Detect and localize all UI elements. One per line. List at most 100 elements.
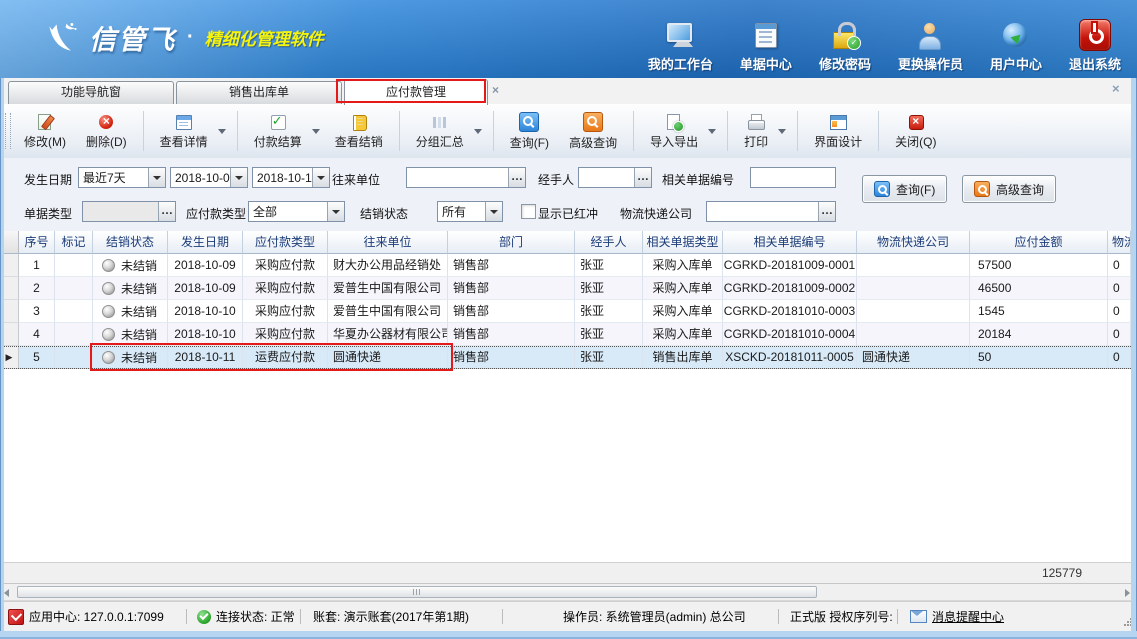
app-logo-icon [8,609,24,625]
table-cell: 1545 [970,300,1108,323]
horizontal-scrollbar[interactable] [0,584,1137,601]
nav-item-switch-operator[interactable]: 更换操作员 [898,21,963,73]
tabstrip-close-icon[interactable]: × [1112,81,1120,96]
toolbar-view-detail-button[interactable]: 查看详情 [150,110,218,152]
column-header[interactable]: 相关单据类型 [643,231,723,254]
scrollbar-thumb[interactable] [17,586,817,598]
column-header[interactable]: 部门 [448,231,575,254]
dropdown-arrow-icon[interactable] [218,129,226,134]
toolbar-payment-settle-button[interactable]: 付款结算 [244,110,312,152]
toolbar-delete-button[interactable]: 删除(D) [76,110,137,152]
column-header[interactable]: 应付金额 [970,231,1108,254]
logistics-lookup-button[interactable]: … [818,202,835,221]
column-header[interactable]: 结销状态 [93,231,168,254]
handler-input[interactable]: … [578,167,652,188]
table-cell: 2018-10-11 [168,346,243,369]
view-settle-icon [350,113,368,131]
tab-sales-outbound[interactable]: 销售出库单 [176,81,342,104]
active-tab-close-icon[interactable]: × [492,83,499,97]
brand-separator: · [187,26,194,49]
show-reversed-checkbox[interactable] [521,204,536,219]
statusbar-separator [778,609,779,624]
date-to-value: 2018-10-11 [253,171,312,185]
settle-state-select[interactable]: 所有 [437,201,503,222]
column-header[interactable]: 序号 [19,231,55,254]
print-icon [747,113,765,131]
toolbar-import-export-button[interactable]: 导入导出 [640,110,708,152]
toolbar-separator [237,111,238,151]
toolbar-separator [727,111,728,151]
row-indicator [0,277,19,300]
resize-grip[interactable] [1130,618,1132,620]
toolbar-grip[interactable] [5,113,11,149]
toolbar-adv-query-button[interactable]: 高级查询 [559,109,627,153]
query-button[interactable]: 查询(F) [862,175,947,203]
toolbar-print-button[interactable]: 打印 [734,110,778,152]
column-header[interactable]: 相关单据编号 [723,231,857,254]
toolbar-edit-button[interactable]: 修改(M) [14,110,76,152]
table-row[interactable]: 2未结销2018-10-09采购应付款爱普生中国有限公司销售部张亚采购入库单CG… [0,277,1137,300]
handler-lookup-button[interactable]: … [634,168,651,187]
advanced-query-button[interactable]: 高级查询 [962,175,1056,203]
brand-name: 信管飞 [89,18,176,57]
tab-function-nav[interactable]: 功能导航窗 [8,81,174,104]
date-range-select[interactable]: 最近7天 [78,167,166,188]
tab-strip: 功能导航窗销售出库单 应付款管理 × × [0,78,1137,105]
toolbar-group-summary-button[interactable]: 分组汇总 [406,110,474,152]
column-header[interactable]: 发生日期 [168,231,243,254]
dropdown-arrow-icon[interactable] [312,168,329,187]
table-cell: 销售部 [448,300,575,323]
statusbar-app-center[interactable]: 应用中心: 127.0.0.1:7099 [8,602,164,631]
column-header[interactable]: 标记 [55,231,93,254]
toolbar-button-label: 查询(F) [510,134,549,151]
nav-item-document-center[interactable]: 单据中心 [740,21,792,73]
nav-item-my-workbench[interactable]: 我的工作台 [648,21,713,73]
statusbar-license: 正式版 授权序列号: [790,602,893,631]
table-cell: 2 [19,277,55,300]
table-row[interactable]: 3未结销2018-10-10采购应付款爱普生中国有限公司销售部张亚采购入库单CG… [0,300,1137,323]
dropdown-arrow-icon[interactable] [327,202,344,221]
column-header[interactable]: 物流 [1108,231,1131,254]
scroll-right-arrow-icon[interactable] [1125,589,1130,597]
toolbar-query-button[interactable]: 查询(F) [500,109,559,153]
import-export-icon [665,113,683,131]
scroll-left-arrow-icon[interactable] [4,589,9,597]
toolbar-close-button[interactable]: 关闭(Q) [885,110,946,152]
nav-item-label: 单据中心 [740,54,792,73]
dropdown-arrow-icon[interactable] [148,168,165,187]
dropdown-arrow-icon[interactable] [312,129,320,134]
related-no-input[interactable] [750,167,836,188]
date-from-select[interactable]: 2018-10-04 [170,167,248,188]
toolbar-view-settle-button[interactable]: 查看结销 [325,110,393,152]
tab-payables[interactable]: 应付款管理 [344,79,488,105]
dropdown-arrow-icon[interactable] [708,129,716,134]
partner-lookup-button[interactable]: … [508,168,525,187]
table-cell: 采购应付款 [243,323,328,346]
dropdown-arrow-icon[interactable] [230,168,247,187]
payable-type-select[interactable]: 全部 [248,201,345,222]
dropdown-arrow-icon[interactable] [485,202,502,221]
doc-type-input[interactable]: … [82,201,176,222]
dropdown-arrow-icon[interactable] [474,129,482,134]
table-row[interactable]: 4未结销2018-10-10采购应付款华夏办公器材有限公司销售部张亚采购入库单C… [0,323,1137,346]
table-row[interactable]: 1未结销2018-10-09采购应付款财大办公用品经销处销售部张亚采购入库单CG… [0,254,1137,277]
column-header[interactable]: 往来单位 [328,231,448,254]
nav-item-user-center[interactable]: 用户中心 [990,21,1042,73]
tab-label: 应付款管理 [386,85,446,99]
column-header[interactable]: 经手人 [575,231,643,254]
toolbar-ui-design-button[interactable]: 界面设计 [804,110,872,152]
column-header[interactable]: 应付款类型 [243,231,328,254]
table-cell: 财大办公用品经销处 [328,254,448,277]
logistics-input[interactable]: … [706,201,836,222]
nav-item-exit-system[interactable]: 退出系统 [1069,19,1121,73]
table-cell: 采购入库单 [643,323,723,346]
partner-input[interactable]: … [406,167,526,188]
dropdown-arrow-icon[interactable] [778,129,786,134]
column-header[interactable]: 物流快递公司 [857,231,970,254]
statusbar-message-center[interactable]: 消息提醒中心 [910,602,1004,631]
doc-type-lookup-button[interactable]: … [158,202,175,221]
nav-item-change-password[interactable]: 修改密码 [819,21,871,73]
table-row[interactable]: ▶5未结销2018-10-11运费应付款圆通快递销售部张亚销售出库单XSCKD-… [0,346,1137,369]
date-to-select[interactable]: 2018-10-11 [252,167,330,188]
message-center-link[interactable]: 消息提醒中心 [932,608,1004,625]
